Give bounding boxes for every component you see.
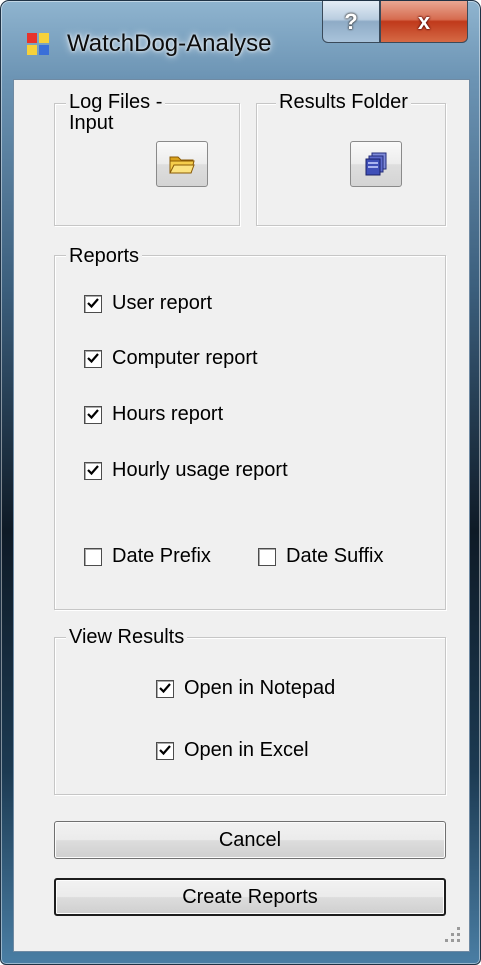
check-icon [87,352,99,363]
date-suffix-checkbox[interactable] [258,547,276,566]
hours-report-checkbox-row[interactable]: Hours report [84,403,223,426]
user-report-checkbox-row[interactable]: User report [84,292,212,315]
check-icon [87,464,99,475]
view-results-label: View Results [66,626,188,648]
open-in-notepad-label: Open in Notepad [184,677,336,699]
open-in-notepad-checkbox-row[interactable]: Open in Notepad [156,677,335,700]
results-folder-browse-button[interactable] [350,141,402,187]
results-folder-label: Results Folder [276,91,411,113]
resize-grip-icon[interactable] [439,921,463,945]
computer-report-label: Computer report [112,347,258,369]
hours-report-label: Hours report [112,403,224,425]
help-icon: ? [344,8,358,34]
log-files-label: Log Files - [66,91,166,113]
hours-report-checkbox[interactable] [84,405,102,424]
log-files-label-line2: Input [69,112,114,134]
user-report-label: User report [112,292,213,314]
date-suffix-checkbox-row[interactable]: Date Suffix [258,545,383,568]
open-in-excel-checkbox-row[interactable]: Open in Excel [156,739,309,762]
date-prefix-checkbox[interactable] [84,547,102,566]
close-button[interactable]: x [380,1,468,43]
hourly-usage-report-checkbox-row[interactable]: Hourly usage report [84,459,288,482]
open-in-excel-label: Open in Excel [184,739,309,761]
user-report-checkbox[interactable] [84,294,102,313]
form-window-icon[interactable] [27,33,51,57]
folder-stack-icon [365,152,387,176]
log-files-browse-button[interactable] [156,141,208,187]
hourly-usage-report-label: Hourly usage report [112,459,288,481]
dialog-body: Log Files - Input Results Folder Reports… [13,79,470,952]
check-icon [87,297,99,308]
reports-label: Reports [66,245,143,267]
close-icon: x [417,8,431,34]
hourly-usage-report-checkbox[interactable] [84,461,102,480]
create-reports-button[interactable]: Create Reports [54,878,446,916]
help-button[interactable]: ? [322,1,380,43]
open-folder-icon [169,156,195,174]
date-suffix-label: Date Suffix [286,545,384,567]
computer-report-checkbox[interactable] [84,349,102,368]
open-in-notepad-checkbox[interactable] [156,679,174,698]
computer-report-checkbox-row[interactable]: Computer report [84,347,258,370]
app-window: WatchDog-Analyse ? x Log Files - Input R… [0,0,481,965]
cancel-button[interactable]: Cancel [54,821,446,859]
date-prefix-label: Date Prefix [112,545,211,567]
check-icon [159,744,171,755]
date-prefix-checkbox-row[interactable]: Date Prefix [84,545,211,568]
check-icon [159,682,171,693]
open-in-excel-checkbox[interactable] [156,741,174,760]
check-icon [87,408,99,419]
title-bar[interactable]: WatchDog-Analyse ? x [1,1,480,79]
view-results-group [54,637,446,795]
window-title: WatchDog-Analyse [67,30,272,57]
